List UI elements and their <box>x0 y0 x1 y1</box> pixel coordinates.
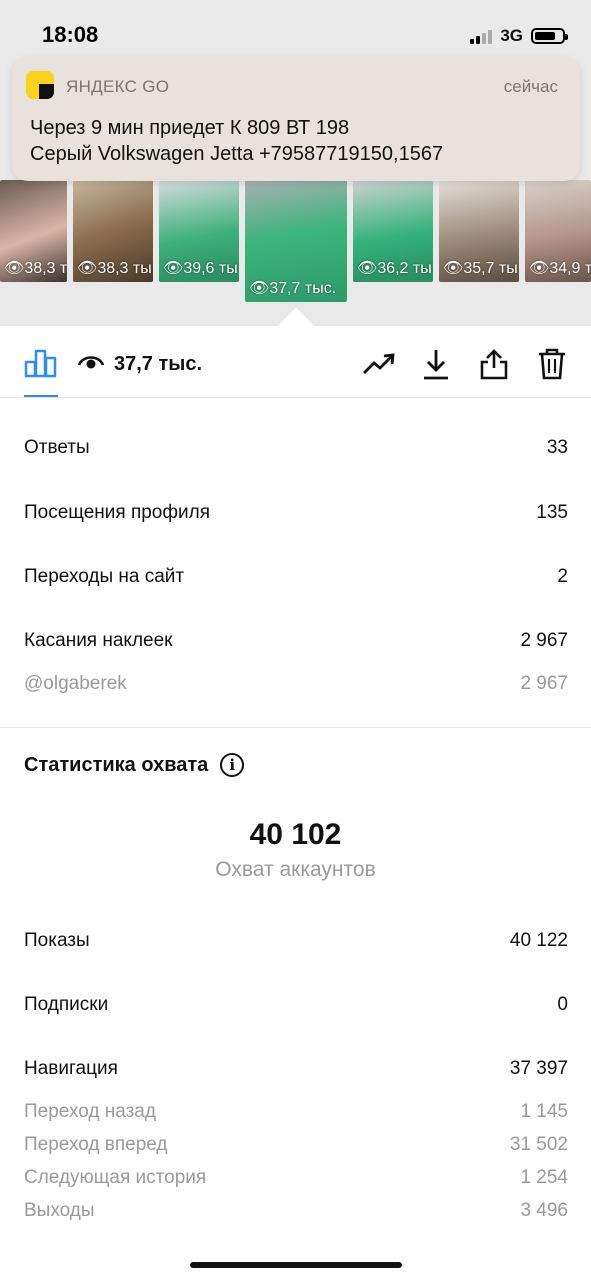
active-tab-indicator <box>24 395 58 397</box>
yandex-go-app-icon <box>26 71 54 99</box>
stat-label: Навигация <box>24 1058 118 1079</box>
story-thumbnails: 👁︎38,3 ты 👁︎38,3 ты 👁︎39,6 ты 👁︎37,7 тыс… <box>0 180 591 302</box>
stat-row-website-taps: Переходы на сайт 2 <box>24 566 568 588</box>
stat-value: 37 397 <box>509 1058 568 1079</box>
thumbnail-views: 👁︎37,7 тыс. <box>249 280 337 297</box>
notification-line: Через 9 мин приедет К 809 ВТ 198 <box>30 117 350 139</box>
section-divider <box>0 727 591 728</box>
stat-row-exits: Выходы 3 496 <box>24 1200 568 1222</box>
stat-row-navigation: Навигация 37 397 <box>24 1058 568 1080</box>
share-icon[interactable] <box>478 348 510 385</box>
stat-value: 2 <box>557 566 568 587</box>
thumbnail-views: 👁︎39,6 ты <box>163 260 238 277</box>
story-thumbnail[interactable]: 👁︎35,7 ты <box>439 180 519 282</box>
stat-label: Касания наклеек <box>24 630 173 651</box>
stat-value: 0 <box>557 994 568 1015</box>
info-icon[interactable]: i <box>220 753 245 777</box>
stat-label: Показы <box>24 930 90 951</box>
stat-value: 135 <box>536 502 568 523</box>
story-thumbnail[interactable]: 👁︎38,3 ты <box>73 180 153 282</box>
notification-time: сейчас <box>503 77 558 96</box>
stat-value: 2 967 <box>520 673 568 694</box>
trend-icon[interactable] <box>362 352 396 381</box>
thumbnail-views: 👁︎38,3 ты <box>77 260 152 277</box>
status-time: 18:08 <box>42 22 99 47</box>
eye-icon <box>77 352 105 377</box>
story-thumbnail-selected[interactable]: 👁︎37,7 тыс. <box>245 180 347 302</box>
stat-label: Ответы <box>24 437 90 458</box>
thumbnail-views: 👁︎38,3 ты <box>4 260 67 277</box>
stat-row-sticker-taps: Касания наклеек 2 967 <box>24 630 568 652</box>
stat-value: 31 502 <box>509 1134 568 1155</box>
stat-row-impressions: Показы 40 122 <box>24 930 568 952</box>
thumbnail-views: 👁︎36,2 ты <box>357 260 432 277</box>
reach-section-title: Статистика охвата i <box>24 753 245 777</box>
thumbnail-views: 👁︎35,7 ты <box>443 260 518 277</box>
trash-icon[interactable] <box>537 348 567 385</box>
stat-row-forward: Переход вперед 31 502 <box>24 1134 568 1156</box>
bar-chart-icon[interactable] <box>24 348 58 383</box>
stat-value: 33 <box>546 437 568 458</box>
story-thumbnail[interactable]: 👁︎36,2 ты <box>353 180 433 282</box>
thumbnail-views: 👁︎34,9 ты <box>529 260 591 277</box>
status-bar: 18:08 3G <box>0 0 591 60</box>
stat-label: Переходы на сайт <box>24 566 185 587</box>
stat-label: Выходы <box>24 1200 95 1221</box>
notification-app-name: ЯНДЕКС GO <box>66 77 170 96</box>
story-thumbnail[interactable]: 👁︎39,6 ты <box>159 180 239 282</box>
story-thumbnail[interactable]: 👁︎34,9 ты <box>525 180 591 282</box>
stat-row-follows: Подписки 0 <box>24 994 568 1016</box>
stat-value: 1 145 <box>520 1101 568 1122</box>
story-views-count: 37,7 тыс. <box>114 353 203 375</box>
stat-label: Переход назад <box>24 1101 156 1122</box>
stat-row-replies: Ответы 33 <box>24 437 568 459</box>
accounts-reached-label: Охват аккаунтов <box>215 858 376 881</box>
stat-row-profile-visits: Посещения профиля 135 <box>24 502 568 524</box>
stat-label: Подписки <box>24 994 109 1015</box>
stat-value: 2 967 <box>520 630 568 651</box>
download-icon[interactable] <box>422 348 450 385</box>
stat-label: Следующая история <box>24 1167 207 1188</box>
stat-label: @olgaberek <box>24 673 127 694</box>
stat-value: 3 496 <box>520 1200 568 1221</box>
notification-line: Серый Volkswagen Jetta +79587719150,1567 <box>30 143 444 165</box>
reach-title-text: Статистика охвата <box>24 753 209 776</box>
stat-label: Посещения профиля <box>24 502 210 523</box>
story-thumbnail[interactable]: 👁︎38,3 ты <box>0 180 67 282</box>
stat-row-next-story: Следующая история 1 254 <box>24 1167 568 1189</box>
stat-value: 40 122 <box>509 930 568 951</box>
accounts-reached-count: 40 102 <box>249 818 342 851</box>
home-indicator[interactable] <box>190 1262 402 1268</box>
network-type: 3G <box>500 26 523 45</box>
stat-row-back: Переход назад 1 145 <box>24 1101 568 1123</box>
battery-icon <box>531 28 568 44</box>
stat-value: 1 254 <box>520 1167 568 1188</box>
stat-label: Переход вперед <box>24 1134 168 1155</box>
push-notification[interactable]: ЯНДЕКС GO сейчас Через 9 мин приедет К 8… <box>12 57 580 181</box>
insights-toolbar: 37,7 тыс. <box>0 326 591 398</box>
stat-row-mention-sticker[interactable]: @olgaberek 2 967 <box>24 673 568 695</box>
notification-body: Через 9 мин приедет К 809 ВТ 198 Серый V… <box>30 115 443 167</box>
signal-icon <box>470 29 493 44</box>
